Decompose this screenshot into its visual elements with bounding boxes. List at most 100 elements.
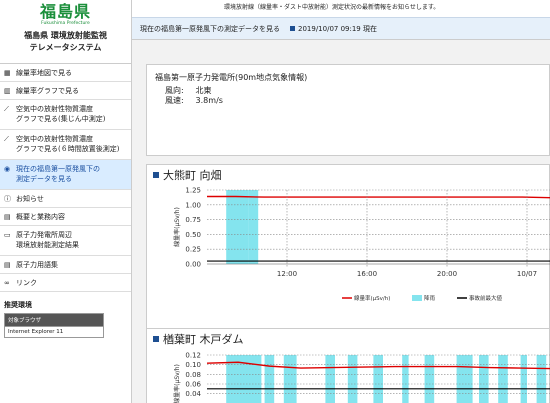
rain-bar	[248, 190, 259, 264]
sidebar-item-4[interactable]: ⟋ 空気中の放射性物質濃度 グラフで見る(６時間放置後測定)	[0, 130, 131, 160]
sidebar-item-label-line: リンク	[16, 279, 37, 287]
sidebar-item-9[interactable]: ▤ 原子力用語集	[0, 256, 131, 274]
sidebar-item-label: お知らせ	[16, 194, 44, 204]
updated-time-text: 2019/10/07 09:19 現在	[298, 24, 377, 33]
sidebar-item-8[interactable]: ▭ 原子力発電所周辺 環境放射能測定結果	[0, 226, 131, 256]
sidebar-item-label-line: 空気中の放射性物質濃度	[16, 135, 93, 143]
x-tick-label: 16:00	[357, 270, 377, 278]
sidebar-item-6[interactable]: ⓘ お知らせ	[0, 190, 131, 208]
rain-bar	[283, 355, 297, 403]
rain-bar	[456, 355, 473, 403]
sidebar-item-label-line: 線量率地図で見る	[16, 69, 72, 77]
page-title-bar: 現在の福島第一原発風下の測定データを見る 2019/10/07 09:19 現在	[132, 17, 550, 39]
sidebar-item-5[interactable]: ◉ 現在の福島第一原発風下の 測定データを見る	[0, 160, 131, 190]
sidebar-item-2[interactable]: ▥ 線量率グラフで見る	[0, 82, 131, 100]
gps-icon: ◉	[4, 165, 11, 173]
rain-bar	[498, 355, 508, 403]
y-tick-label: 0.00	[185, 261, 201, 269]
rain-bar	[264, 355, 275, 403]
sidebar-item-3[interactable]: ⟋ 空気中の放射性物質濃度グラフで見る(集じん中測定)	[0, 100, 131, 130]
sidebar-item-label-line: グラフで見る(集じん中測定)	[16, 115, 106, 123]
sidebar-item-10[interactable]: ∞ リンク	[0, 274, 131, 292]
wind-speed-label: 風速:	[165, 96, 184, 105]
legend-label: 線量率(μSv/h)	[354, 294, 390, 302]
rain-bar	[520, 355, 527, 403]
chart-title-text: 楢葉町 木戸ダム	[163, 333, 244, 346]
rain-bar	[325, 355, 335, 403]
link-icon: ∞	[4, 279, 10, 287]
trend-icon: ⟋	[4, 105, 9, 113]
top-bar: 環境放射線（線量率・ダスト中放射能）測定状況の最新情報をお知らせします。 現在の…	[132, 0, 550, 40]
chart-section-naraha: 楢葉町 木戸ダム 0.12 0.10 0.08 0.06 0.04 線量率(μSv/h)	[146, 328, 550, 403]
sidebar-item-label-line: 概要と業務内容	[16, 213, 65, 221]
sidebar-item-label: 原子力用語集	[16, 260, 58, 270]
sidebar-item-label-line: 現在の福島第一原発風下の	[16, 165, 100, 173]
y-tick-label: 0.75	[185, 216, 201, 224]
x-tick-label: 10/07	[517, 270, 537, 278]
y-axis-label: 線量率(μSv/h)	[173, 364, 181, 403]
sidebar-item-label-line: 測定データを見る	[16, 175, 72, 183]
env-browser: Internet Explorer 11	[4, 326, 104, 338]
logo-system-line2: テレメータシステム	[29, 43, 102, 52]
sidebar-item-label-line: グラフで見る(６時間放置後測定)	[16, 145, 120, 153]
sidebar: 福島県 Fukushima Prefecture 福島県 環境放射能監視 テレメ…	[0, 0, 132, 403]
chart-okuma: 1.25 1.00 0.75 0.50 0.25 0.00 線量率(μSv/h) 12:00 1…	[173, 187, 550, 302]
env-header: 対象ブラウザ	[4, 313, 104, 327]
weather-title: 福島第一原子力発電所(90m地点気象情報)	[155, 73, 308, 82]
sidebar-item-7[interactable]: ▤ 概要と業務内容	[0, 208, 131, 226]
notice-text: 環境放射線（線量率・ダスト中放射能）測定状況の最新情報をお知らせします。	[224, 4, 440, 11]
sidebar-item-label: 線量率グラフで見る	[16, 86, 79, 96]
x-tick-label: 12:00	[277, 270, 297, 278]
x-tick-label: 20:00	[437, 270, 457, 278]
rain-bar	[373, 355, 383, 403]
main-content[interactable]: 福島第一原子力発電所(90m地点気象情報) 風向: 北東 風速: 3.8m/s …	[132, 40, 550, 403]
sidebar-item-label-line: 環境放射能測定結果	[16, 241, 79, 249]
weather-panel: 福島第一原子力発電所(90m地点気象情報) 風向: 北東 風速: 3.8m/s	[146, 64, 550, 156]
book-icon: ▤	[4, 213, 11, 221]
sidebar-item-label-line: 原子力用語集	[16, 261, 58, 269]
logo-system-line1: 福島県 環境放射能監視	[24, 31, 107, 40]
square-bullet-icon	[153, 336, 159, 342]
sidebar-item-label: 線量率地図で見る	[16, 68, 72, 78]
rain-bar	[424, 355, 435, 403]
sidebar-item-1[interactable]: ▦ 線量率地図で見る	[0, 64, 131, 82]
sidebar-item-label-line: お知らせ	[16, 195, 44, 203]
y-tick-label: 0.08	[185, 371, 201, 379]
page-title: 現在の福島第一原発風下の測定データを見る	[140, 24, 280, 33]
chart-icon: ▥	[4, 87, 11, 95]
chart-section-okuma: 大熊町 向畑 1.25 1.00 0.75 0.50 0.25 0.00 線量率(μSv/h…	[146, 164, 550, 334]
wind-direction-label: 風向:	[165, 86, 184, 95]
chart-title-text: 大熊町 向畑	[163, 169, 222, 182]
wind-direction-row: 風向: 北東	[155, 86, 541, 96]
sidebar-item-label: 空気中の放射性物質濃度グラフで見る(集じん中測定)	[16, 104, 105, 124]
y-tick-label: 0.25	[185, 246, 201, 254]
rain-bar	[479, 355, 489, 403]
y-tick-label: 0.10	[185, 361, 201, 369]
wind-speed-row: 風速: 3.8m/s	[155, 96, 541, 106]
y-tick-label: 1.00	[185, 201, 201, 209]
legend-label: 降雨	[424, 294, 436, 302]
y-tick-label: 0.50	[185, 231, 201, 239]
y-tick-label: 0.06	[185, 381, 201, 389]
wind-speed-value: 3.8m/s	[195, 96, 223, 105]
legend-swatch	[412, 295, 422, 301]
rain-bar	[402, 355, 409, 403]
chart-naraha: 0.120.10 0.08 0.060.04 線量率(μSv/h)	[173, 352, 550, 403]
env-table: 対象ブラウザ Internet Explorer 11	[4, 313, 104, 338]
sidebar-nav: ▦ 線量率地図で見る ▥ 線量率グラフで見る ⟋ 空気中の放射性物質濃度 グラフで見る(集じ…	[0, 64, 131, 292]
sidebar-item-label-line: 原子力発電所周辺	[16, 231, 72, 239]
chart-title-okuma: 大熊町 向畑	[147, 165, 549, 187]
sidebar-item-label: 空気中の放射性物質濃度グラフで見る(６時間放置後測定)	[16, 134, 119, 154]
wind-direction-value: 北東	[195, 86, 212, 95]
chart-title-naraha: 楢葉町 木戸ダム	[147, 329, 549, 351]
sidebar-item-label-line: 空気中の放射性物質濃度	[16, 105, 93, 113]
y-tick-label: 1.25	[185, 187, 201, 195]
logo[interactable]: 福島県 Fukushima Prefecture 福島県 環境放射能監視 テレメ…	[0, 0, 131, 64]
rain-bar	[226, 190, 249, 264]
doc-icon: ▭	[4, 231, 11, 239]
square-bullet-icon	[290, 25, 295, 31]
rain-bar	[347, 355, 358, 403]
map-icon: ▦	[4, 69, 11, 77]
updated-time: 2019/10/07 09:19 現在	[290, 24, 377, 34]
book-icon: ▤	[4, 261, 11, 269]
